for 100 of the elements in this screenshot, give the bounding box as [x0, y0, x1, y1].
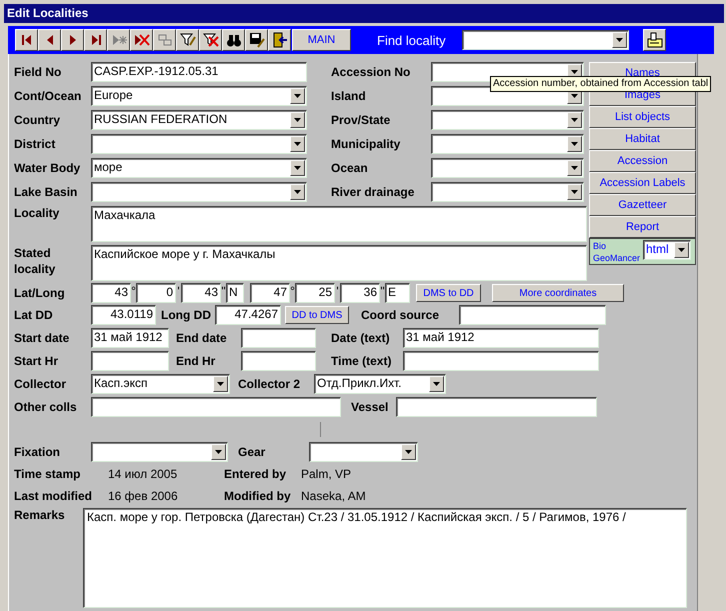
toolbar-button[interactable] [199, 29, 222, 51]
side-button[interactable]: Accession [589, 150, 696, 172]
toolbar-button[interactable] [130, 29, 153, 51]
field-label: End date [176, 331, 228, 345]
text-field[interactable]: 47.4267 [215, 305, 281, 325]
dropdown-field[interactable]: Отд.Прикл.Ихт. [314, 374, 446, 394]
copy-icon [156, 32, 172, 48]
coordinate-field[interactable]: 43 [91, 283, 131, 303]
caret-icon [571, 70, 578, 74]
text-field[interactable]: 31 май 1912 [403, 328, 599, 348]
toolbar-button[interactable] [61, 29, 84, 51]
dropdown-field[interactable]: море [91, 158, 307, 178]
field-label: Collector [14, 377, 68, 391]
dropdown-field[interactable] [431, 182, 584, 202]
dropdown-field[interactable]: Europe [91, 86, 307, 106]
dropdown-button[interactable] [567, 184, 582, 200]
text-field[interactable]: CASP.EXP.-1912.05.31 [91, 62, 307, 82]
dropdown-field[interactable] [309, 442, 418, 462]
dropdown-field[interactable] [431, 134, 584, 154]
filter-icon [180, 32, 196, 48]
text-field[interactable] [403, 351, 599, 371]
coordinate-field[interactable]: 36 [340, 283, 380, 303]
dropdown-button[interactable] [612, 32, 627, 48]
dropdown-button[interactable] [290, 112, 305, 128]
side-button[interactable]: Habitat [589, 128, 696, 150]
toolbar-button[interactable] [38, 29, 61, 51]
dropdown-field[interactable]: html [643, 240, 691, 260]
dropdown-field[interactable] [91, 442, 228, 462]
side-button[interactable]: Report [589, 216, 696, 238]
delete-icon [202, 32, 218, 48]
memo-field[interactable]: Каспийское море у г. Махачкалы [91, 245, 587, 281]
main-button[interactable]: MAIN [292, 29, 351, 51]
side-button[interactable]: Accession Labels [589, 172, 696, 194]
exit-icon [272, 32, 288, 48]
field-value: Palm, VP [301, 467, 352, 481]
coordinate-field[interactable]: 47 [250, 283, 290, 303]
dropdown-button[interactable] [429, 376, 444, 392]
delete-icon [134, 32, 150, 48]
field-label: Ocean [331, 161, 369, 175]
search-icon [226, 32, 242, 48]
text-field[interactable] [396, 397, 597, 417]
toolbar-button[interactable] [84, 29, 107, 51]
dropdown-field[interactable] [431, 110, 584, 130]
dropdown-field[interactable] [431, 158, 584, 178]
toolbar-button[interactable] [15, 29, 38, 51]
text-field[interactable]: 43.0119 [91, 305, 156, 325]
toolbar-button[interactable] [222, 29, 245, 51]
toolbar-button[interactable] [176, 29, 199, 51]
field-label: Country [14, 113, 61, 127]
text-field[interactable] [91, 397, 341, 417]
new-record-icon [110, 32, 126, 48]
dropdown-button[interactable] [290, 88, 305, 104]
text-field[interactable] [241, 351, 316, 371]
caret-icon [433, 382, 440, 386]
memo-field[interactable]: Касп. море у гор. Петровска (Дагестан) Ст.23 / 31.05.1912 / Каспийская эксп. / 5 / Рагимов, 1976 / [83, 508, 687, 608]
field-label: Field No [14, 65, 62, 79]
dropdown-button[interactable] [567, 136, 582, 152]
dropdown-button[interactable] [401, 444, 416, 460]
dropdown-button[interactable] [290, 136, 305, 152]
dropdown-button[interactable] [213, 376, 228, 392]
caret-icon [571, 94, 578, 98]
convert-button[interactable]: DMS to DD [416, 284, 481, 302]
dropdown-button[interactable] [290, 184, 305, 200]
caret-icon [217, 382, 224, 386]
side-button[interactable]: Gazetteer [589, 194, 696, 216]
coordinate-field[interactable]: 25 [295, 283, 335, 303]
tooltip: Accession number, obtained from Accession tabl [490, 76, 712, 92]
convert-button[interactable]: DD to DMS [285, 306, 349, 324]
field-label: Lat/Long [14, 286, 66, 300]
coordinate-field[interactable]: 0 [136, 283, 176, 303]
coordinate-field[interactable]: 43 [181, 283, 221, 303]
side-button[interactable]: List objects [589, 106, 696, 128]
field-label: Entered by [224, 467, 288, 481]
report-icon [646, 31, 664, 49]
find-field[interactable] [462, 30, 629, 50]
coordinate-field[interactable]: E [385, 283, 410, 303]
dropdown-field[interactable]: RUSSIAN FEDERATION [91, 110, 307, 130]
text-field[interactable] [459, 305, 606, 325]
caret-icon [294, 190, 301, 194]
toolbar-button[interactable] [268, 29, 291, 51]
memo-field[interactable]: Махачкала [91, 206, 587, 242]
dropdown-field[interactable]: Касп.эксп [91, 374, 230, 394]
text-field[interactable]: 31 май 1912 [91, 328, 169, 348]
toolbar-button[interactable] [643, 29, 666, 51]
dropdown-button[interactable] [567, 160, 582, 176]
field-label: Date (text) [331, 331, 391, 345]
dropdown-button[interactable] [211, 444, 226, 460]
field-label: Fixation [14, 445, 62, 459]
dropdown-button[interactable] [674, 242, 689, 258]
dropdown-field[interactable] [91, 134, 307, 154]
coordinate-field[interactable]: N [226, 283, 244, 303]
text-field[interactable] [241, 328, 316, 348]
text-field[interactable] [91, 351, 169, 371]
dropdown-field[interactable] [91, 182, 307, 202]
dropdown-button[interactable] [290, 160, 305, 176]
unit-mark: ' [335, 284, 340, 298]
dropdown-button[interactable] [567, 112, 582, 128]
toolbar-button[interactable] [245, 29, 268, 51]
field-label: Long DD [161, 308, 212, 322]
more-coordinates-button[interactable]: More coordinates [492, 284, 624, 302]
